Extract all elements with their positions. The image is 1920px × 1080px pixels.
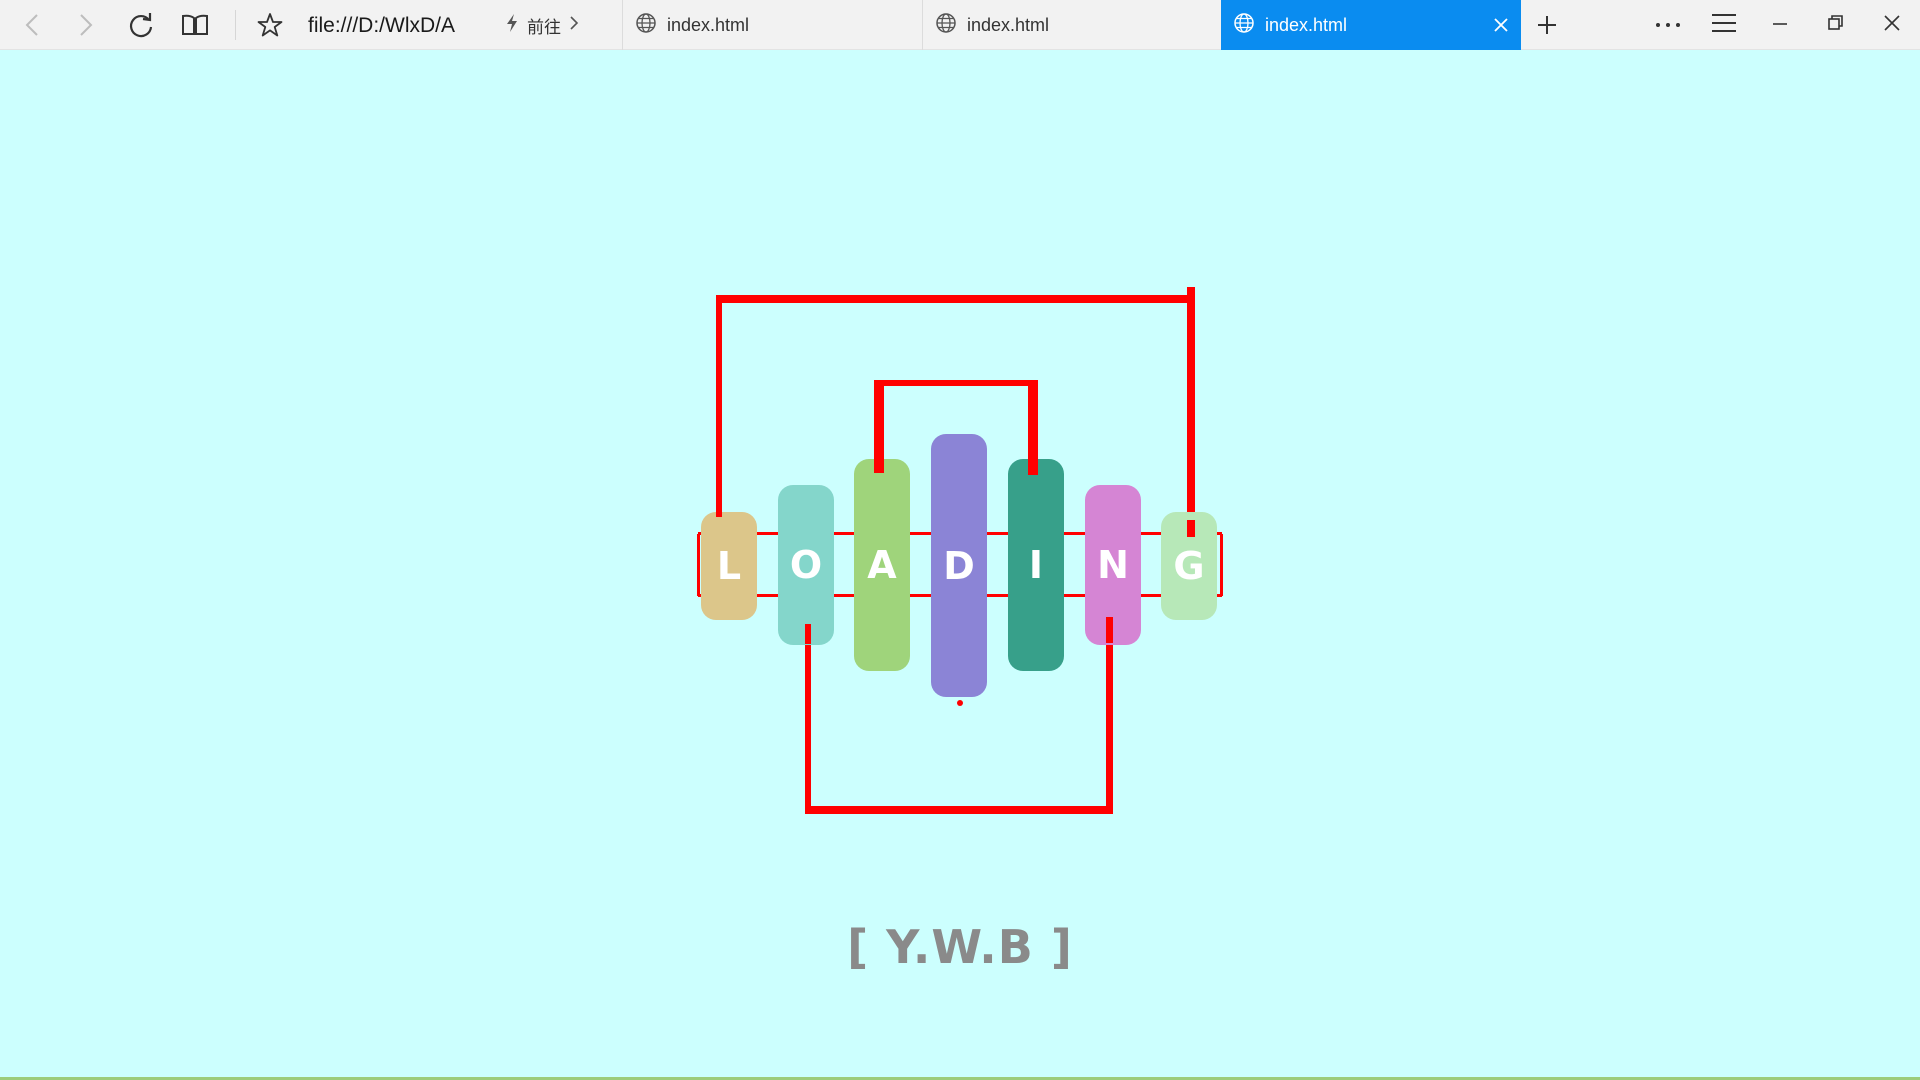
refresh-icon	[127, 11, 155, 39]
close-window-button[interactable]	[1864, 0, 1920, 50]
wire-segment	[1106, 617, 1113, 643]
wire-segment	[1106, 617, 1113, 814]
hub-button[interactable]	[1696, 0, 1752, 50]
address-bar[interactable]: file:///D:/WlxD/A	[308, 0, 483, 50]
hamburger-icon	[1711, 12, 1737, 39]
goto-label: 前往	[527, 17, 561, 37]
plus-icon	[1535, 13, 1559, 37]
favorite-button[interactable]	[245, 0, 295, 50]
wire-dot	[957, 700, 963, 706]
wire-segment	[1028, 455, 1038, 475]
wire-segment	[1187, 287, 1195, 537]
wire-segment	[1187, 520, 1195, 537]
back-arrow-icon	[23, 13, 43, 37]
star-icon	[256, 11, 284, 39]
reading-view-button[interactable]	[170, 0, 220, 50]
wire-segment	[805, 624, 811, 644]
lightning-icon	[505, 13, 519, 38]
goto-button[interactable]: 前往	[505, 0, 579, 50]
chevron-right-icon	[569, 15, 579, 36]
tab-index-1[interactable]: index.html	[622, 0, 922, 50]
minimize-button[interactable]	[1752, 0, 1808, 50]
author-credit: [ Y.W.B ]	[847, 920, 1073, 974]
loading-letter-d: D	[931, 434, 987, 697]
forward-arrow-icon	[75, 13, 95, 37]
wire-rail-end-right	[1220, 534, 1223, 596]
tab-label: index.html	[1265, 14, 1348, 35]
close-tab-icon[interactable]	[1491, 15, 1511, 35]
loading-letter-l: L	[701, 512, 757, 620]
wire-rail-end-left	[697, 534, 700, 596]
wire-segment	[716, 505, 722, 517]
close-icon	[1883, 14, 1901, 37]
new-tab-button[interactable]	[1522, 0, 1572, 50]
globe-icon	[935, 12, 957, 39]
wire-segment	[716, 295, 722, 510]
tab-index-3-active[interactable]: index.html	[1221, 0, 1521, 50]
ellipsis-icon	[1654, 16, 1682, 34]
wire-segment	[716, 295, 1194, 303]
page-content: L O A D I N G [ Y.W.B ]	[0, 50, 1920, 1080]
tab-label: index.html	[967, 14, 1050, 35]
minimize-icon	[1771, 14, 1789, 37]
toolbar-divider	[235, 10, 236, 40]
wire-segment	[874, 455, 884, 473]
loading-letter-a: A	[854, 459, 910, 671]
restore-button[interactable]	[1808, 0, 1864, 50]
browser-toolbar: file:///D:/WlxD/A 前往 index.html index.ht…	[0, 0, 1920, 50]
loading-letter-n: N	[1085, 485, 1141, 645]
restore-icon	[1827, 14, 1845, 37]
loading-letter-i: I	[1008, 459, 1064, 671]
loading-letter-o: O	[778, 485, 834, 645]
wire-segment	[874, 380, 1038, 386]
tab-label: index.html	[667, 14, 750, 35]
book-icon	[180, 12, 210, 38]
wire-segment	[805, 624, 811, 814]
tab-index-2[interactable]: index.html	[922, 0, 1222, 50]
refresh-button[interactable]	[116, 0, 166, 50]
globe-icon	[635, 12, 657, 39]
globe-icon	[1233, 12, 1255, 39]
more-button[interactable]	[1640, 0, 1696, 50]
wire-segment	[805, 806, 1113, 814]
forward-button[interactable]	[60, 0, 110, 50]
back-button[interactable]	[8, 0, 58, 50]
